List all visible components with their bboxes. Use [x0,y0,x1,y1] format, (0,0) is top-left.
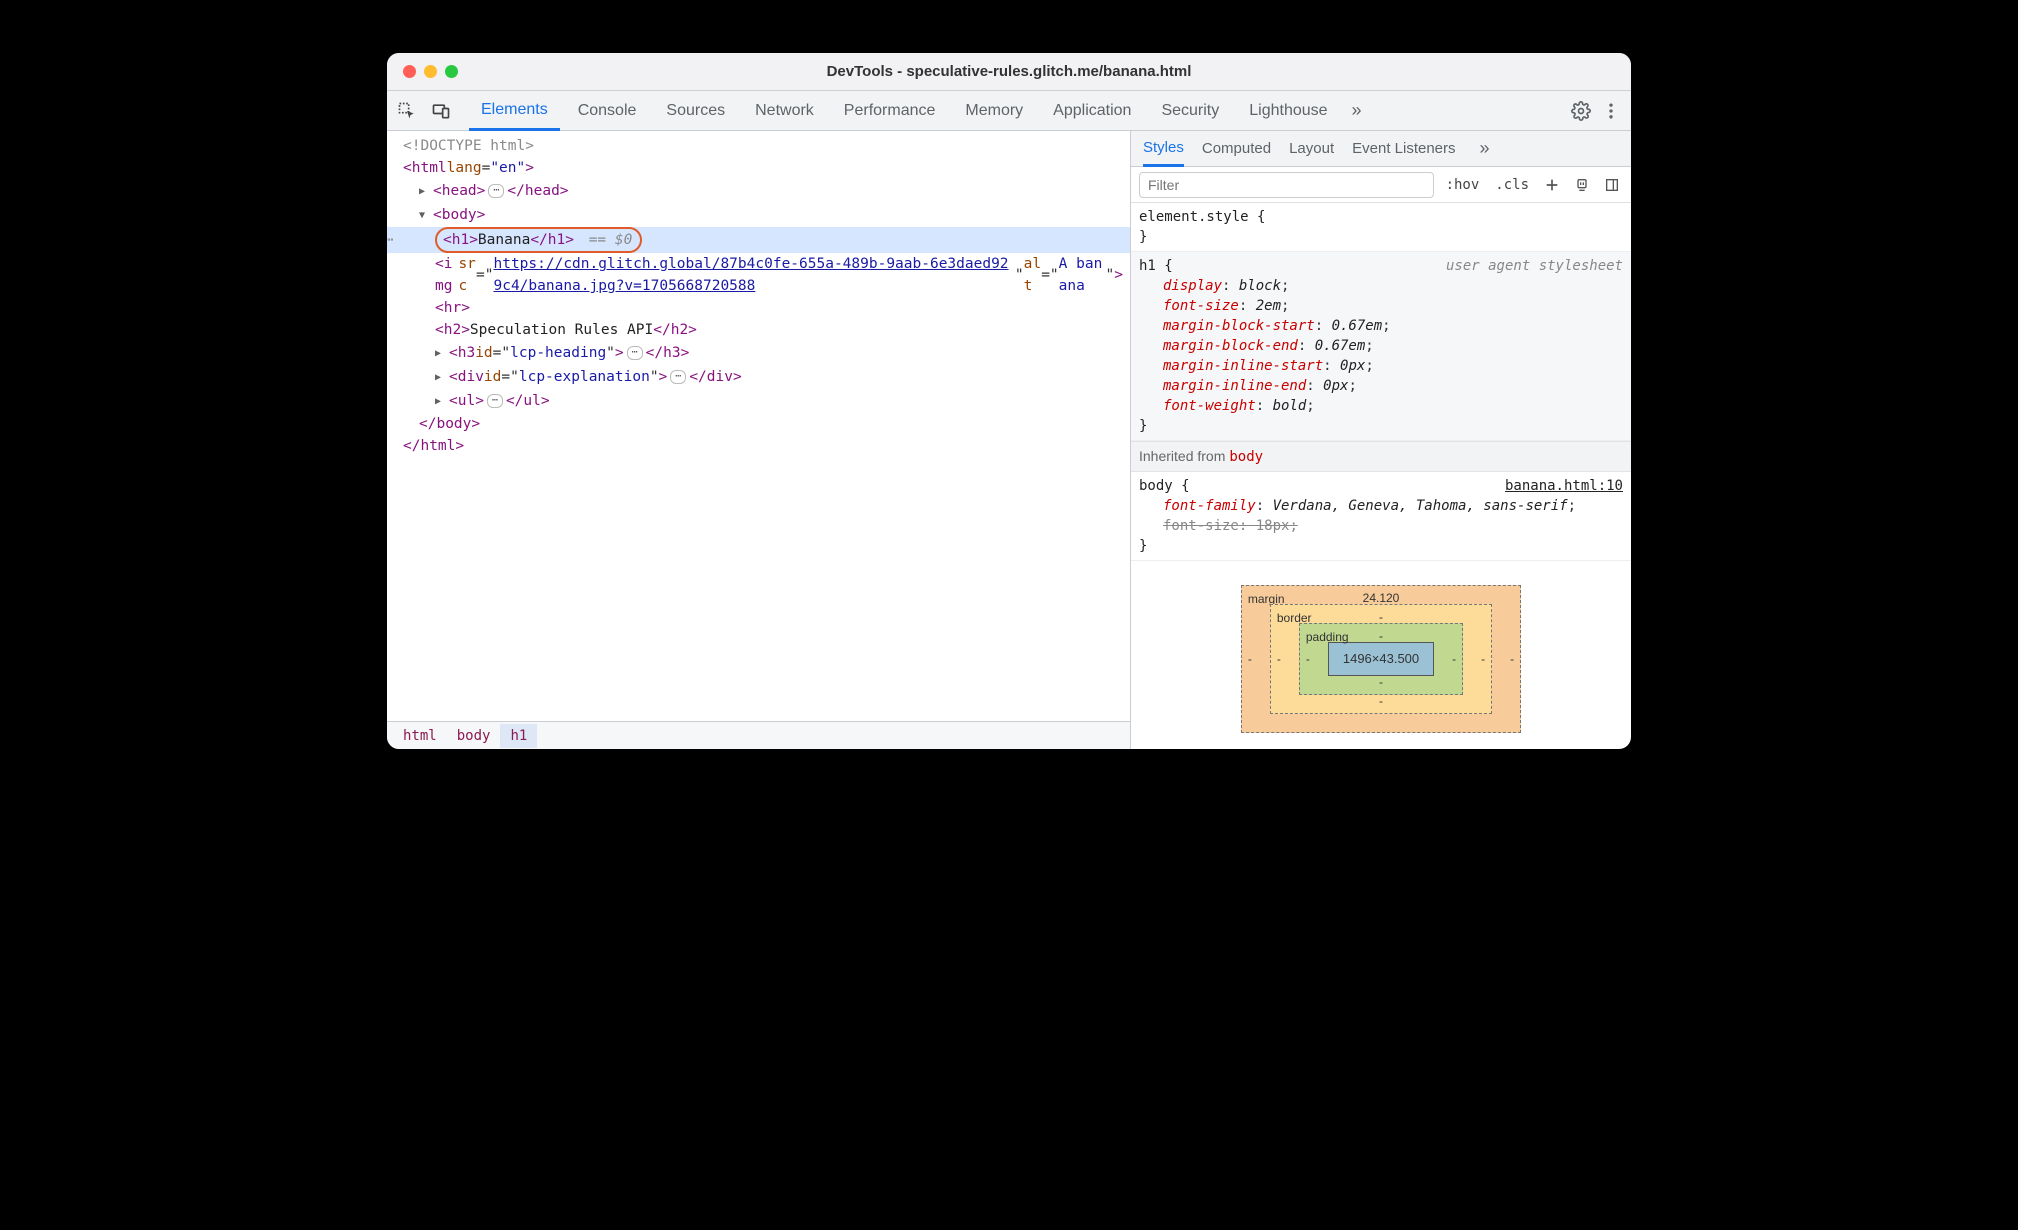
dom-doctype[interactable]: <!DOCTYPE html> [403,135,1130,157]
collapse-arrow-icon[interactable] [419,203,431,227]
ellipsis-icon[interactable]: ⋯ [627,346,643,360]
styles-panel: Styles Computed Layout Event Listeners »… [1131,131,1631,749]
bm-border-right[interactable]: - [1481,649,1485,669]
bm-margin-left[interactable]: - [1248,649,1252,669]
tab-network[interactable]: Network [743,91,826,131]
dom-html-close[interactable]: </html> [403,435,1130,457]
ellipsis-icon[interactable]: ⋯ [488,184,504,198]
bm-border-bottom[interactable]: - [1271,691,1491,711]
inherited-from-bar: Inherited frombody [1131,441,1631,472]
console-reference-marker: == $0 [589,232,633,248]
annotation-circle: <h1>Banana</h1> == $0 [435,227,642,253]
rule-body[interactable]: banana.html:10 body { font-family: Verda… [1131,472,1631,561]
expand-arrow-icon[interactable] [419,179,431,203]
toggle-render-icon[interactable] [1571,174,1593,196]
tab-console[interactable]: Console [566,91,649,131]
ellipsis-icon[interactable]: ⋯ [487,394,503,408]
styles-body[interactable]: element.style { } user agent stylesheet … [1131,203,1631,749]
styles-tabs: Styles Computed Layout Event Listeners » [1131,131,1631,167]
rule-source-ua: user agent stylesheet [1446,256,1623,276]
dom-body-open[interactable]: <body> [403,203,1130,227]
dom-h2[interactable]: <h2>Speculation Rules API</h2> [403,319,1130,341]
bm-content-size[interactable]: 1496×43.500 [1328,642,1434,676]
row-actions-icon[interactable]: ⋯ [387,229,393,251]
cls-toggle[interactable]: .cls [1491,177,1533,193]
box-model-diagram[interactable]: margin 24.120 - - border - - - padding [1131,561,1631,733]
rule-element-style[interactable]: element.style { } [1131,203,1631,252]
bm-padding-bottom[interactable]: - [1300,672,1462,692]
titlebar: DevTools - speculative-rules.glitch.me/b… [387,53,1631,91]
dom-breadcrumb: html body h1 [387,721,1130,749]
expand-arrow-icon[interactable] [435,365,447,389]
bm-padding-left[interactable]: - [1306,649,1310,669]
window-title: DevTools - speculative-rules.glitch.me/b… [387,63,1631,80]
computed-sidebar-icon[interactable] [1601,174,1623,196]
styles-tab-computed[interactable]: Computed [1202,131,1271,167]
bm-border-left[interactable]: - [1277,649,1281,669]
devtools-window: DevTools - speculative-rules.glitch.me/b… [387,53,1631,749]
bm-padding-right[interactable]: - [1452,649,1456,669]
tab-lighthouse[interactable]: Lighthouse [1237,91,1339,131]
dom-selected-row[interactable]: ⋯ <h1>Banana</h1> == $0 [387,227,1130,253]
tabs-overflow-icon[interactable]: » [1346,100,1368,121]
styles-tab-styles[interactable]: Styles [1143,131,1184,167]
styles-filter-input[interactable] [1139,172,1434,198]
inspect-element-icon[interactable] [395,99,419,123]
bm-padding-top[interactable]: - [1300,626,1462,646]
crumb-h1[interactable]: h1 [500,724,537,748]
dom-head[interactable]: <head>⋯</head> [403,179,1130,203]
rule-source-link[interactable]: banana.html:10 [1505,476,1623,496]
tab-elements[interactable]: Elements [469,91,560,131]
tab-performance[interactable]: Performance [832,91,948,131]
tab-security[interactable]: Security [1149,91,1231,131]
img-src-url[interactable]: https://cdn.glitch.global/87b4c0fe-655a-… [493,253,1014,297]
content-split: <!DOCTYPE html> <html lang="en"> <head>⋯… [387,131,1631,749]
styles-tab-event-listeners[interactable]: Event Listeners [1352,131,1455,167]
bm-margin-right[interactable]: - [1510,649,1514,669]
hov-toggle[interactable]: :hov [1442,177,1484,193]
new-style-rule-icon[interactable] [1541,174,1563,196]
tab-application[interactable]: Application [1041,91,1143,131]
dom-div[interactable]: <div id="lcp-explanation">⋯</div> [403,365,1130,389]
styles-tabs-overflow-icon[interactable]: » [1474,138,1496,159]
styles-toolbar: :hov .cls [1131,167,1631,203]
tab-sources[interactable]: Sources [654,91,737,131]
more-options-icon[interactable] [1599,99,1623,123]
device-toolbar-icon[interactable] [429,99,453,123]
crumb-body[interactable]: body [447,724,501,748]
maximize-window-button[interactable] [445,65,458,78]
settings-gear-icon[interactable] [1569,99,1593,123]
expand-arrow-icon[interactable] [435,389,447,413]
traffic-lights [403,65,458,78]
close-window-button[interactable] [403,65,416,78]
ellipsis-icon[interactable]: ⋯ [670,370,686,384]
dom-tree[interactable]: <!DOCTYPE html> <html lang="en"> <head>⋯… [387,131,1130,721]
dom-h3[interactable]: <h3 id="lcp-heading">⋯</h3> [403,341,1130,365]
dom-hr[interactable]: <hr> [403,297,1130,319]
crumb-html[interactable]: html [393,724,447,748]
dom-panel: <!DOCTYPE html> <html lang="en"> <head>⋯… [387,131,1131,749]
dom-img[interactable]: <img src="https://cdn.glitch.global/87b4… [403,253,1123,297]
dom-body-close[interactable]: </body> [403,413,1130,435]
minimize-window-button[interactable] [424,65,437,78]
main-tabs: Elements Console Sources Network Perform… [387,91,1631,131]
dom-html-open[interactable]: <html lang="en"> [403,157,1130,179]
styles-tab-layout[interactable]: Layout [1289,131,1334,167]
expand-arrow-icon[interactable] [435,341,447,365]
tab-memory[interactable]: Memory [953,91,1035,131]
rule-h1[interactable]: user agent stylesheet h1 { display: bloc… [1131,252,1631,441]
dom-ul[interactable]: <ul>⋯</ul> [403,389,1130,413]
